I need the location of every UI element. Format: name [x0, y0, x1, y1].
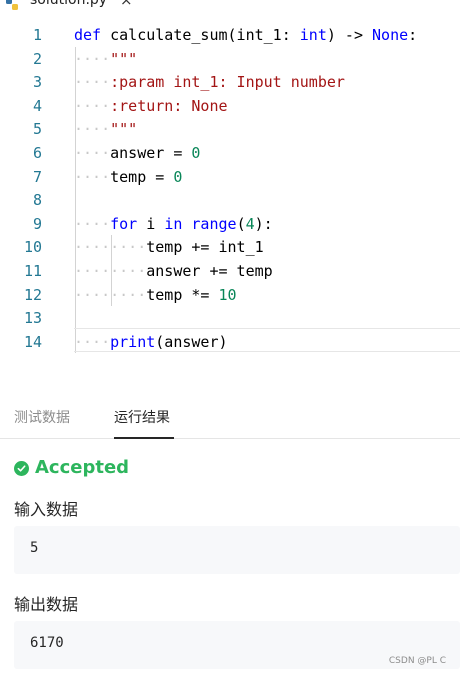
- close-icon[interactable]: ×: [120, 0, 133, 9]
- code-text: ········answer += temp: [74, 262, 273, 280]
- line-number: 14: [23, 332, 42, 351]
- line-number: 1: [32, 26, 42, 44]
- code-line[interactable]: 5 ····""": [0, 117, 460, 141]
- code-line[interactable]: 13: [0, 306, 460, 330]
- code-text: ····answer = 0: [74, 144, 201, 162]
- code-line[interactable]: 6 ····answer = 0: [0, 141, 460, 165]
- line-number: 2: [32, 49, 42, 68]
- input-data-box: 5: [14, 526, 460, 574]
- editor-tab-bar: solution.py ×: [0, 0, 460, 10]
- line-number: 6: [32, 144, 42, 162]
- check-circle-icon: [14, 460, 29, 476]
- status-text: Accepted: [35, 457, 130, 478]
- code-text: ········temp += int_1: [74, 238, 264, 257]
- code-line[interactable]: 8: [0, 188, 460, 212]
- code-text: ····""": [74, 120, 138, 139]
- line-number: 11: [23, 262, 42, 280]
- tab-test-data[interactable]: 测试数据: [14, 405, 70, 431]
- code-line[interactable]: 9 ····for i in range(4):: [0, 212, 460, 236]
- line-number: 3: [32, 73, 42, 92]
- code-editor[interactable]: 1 def calculate_sum(int_1: int) -> None: 2…: [0, 22, 460, 362]
- code-line[interactable]: 2 ····""": [0, 47, 460, 71]
- line-number: 7: [32, 167, 42, 186]
- input-data-value: 5: [30, 540, 39, 556]
- line-number: 10: [23, 238, 42, 257]
- code-line[interactable]: 7 ····temp = 0: [0, 165, 460, 189]
- indent-guide: [111, 235, 113, 307]
- indent-guide: [75, 46, 76, 354]
- code-text: ····:param int_1: Input number: [74, 73, 345, 92]
- code-line[interactable]: 12 ········temp *= 10: [0, 283, 460, 307]
- watermark: CSDN @PL C: [388, 656, 446, 666]
- line-number: 4: [32, 96, 42, 115]
- code-line[interactable]: 10 ········temp += int_1: [0, 235, 460, 259]
- result-tabs: 测试数据 运行结果: [0, 405, 460, 439]
- line-number: 8: [32, 191, 42, 210]
- code-line[interactable]: 3 ····:param int_1: Input number: [0, 70, 460, 94]
- output-data-label: 输出数据: [14, 595, 79, 614]
- code-text: ····temp = 0: [74, 167, 183, 186]
- input-data-label: 输入数据: [14, 500, 79, 519]
- code-text: ····:return: None: [74, 96, 228, 115]
- editor-tab-filename: solution.py: [30, 0, 108, 8]
- code-line[interactable]: 1 def calculate_sum(int_1: int) -> None:: [0, 23, 460, 47]
- python-icon: [6, 0, 18, 10]
- status-accepted: Accepted: [14, 457, 129, 479]
- code-text: def calculate_sum(int_1: int) -> None:: [74, 26, 418, 44]
- current-line-highlight: [74, 327, 460, 352]
- tab-run-result[interactable]: 运行结果: [114, 405, 170, 431]
- code-text: ····for i in range(4):: [74, 214, 273, 233]
- output-data-value: 6170: [30, 635, 64, 651]
- line-number: 13: [23, 309, 42, 328]
- line-number: 12: [23, 285, 42, 304]
- line-number: 5: [32, 120, 42, 139]
- code-text: ····""": [74, 49, 138, 68]
- code-text: ········temp *= 10: [74, 285, 237, 304]
- active-tab-indicator: [114, 437, 174, 439]
- code-line[interactable]: 4 ····:return: None: [0, 94, 460, 118]
- line-number: 9: [32, 214, 42, 233]
- code-line[interactable]: 11 ········answer += temp: [0, 259, 460, 283]
